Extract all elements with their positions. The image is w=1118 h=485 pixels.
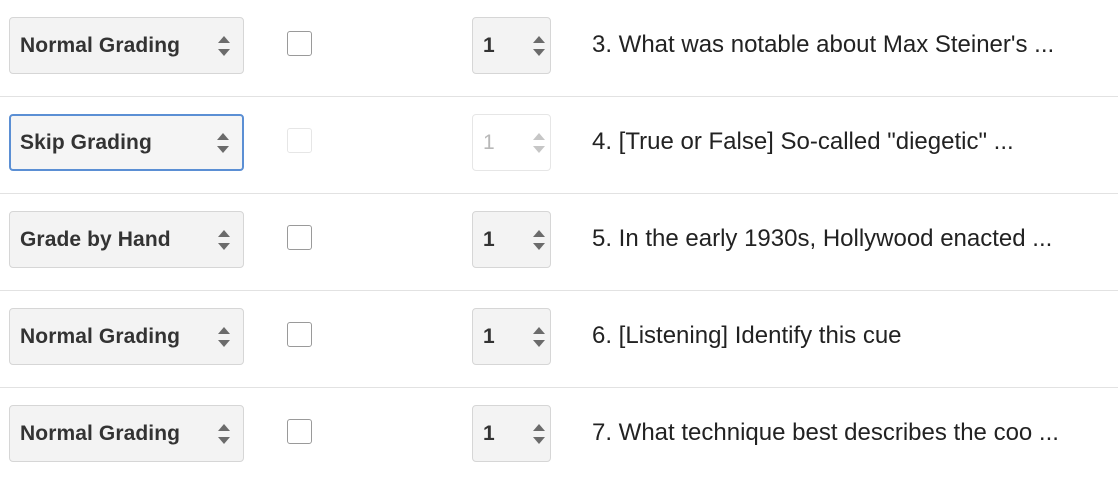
question-title: 4. [True or False] So-called "diegetic" … xyxy=(592,128,1014,155)
points-select[interactable]: 1 xyxy=(472,17,551,74)
up-down-arrows-icon xyxy=(532,422,546,446)
grading-mode-value: Skip Grading xyxy=(20,130,152,154)
question-row: Grade by Hand 1 5. In the early 1930s, H… xyxy=(0,194,1118,291)
question-checkbox[interactable] xyxy=(287,322,312,347)
grading-mode-select[interactable]: Normal Grading xyxy=(9,405,244,462)
question-row: Normal Grading 1 7. What technique best … xyxy=(0,388,1118,485)
up-down-arrows-icon xyxy=(532,325,546,349)
question-row: Normal Grading 1 6. [Listening] Identify… xyxy=(0,291,1118,388)
question-checkbox xyxy=(287,128,312,153)
question-checkbox[interactable] xyxy=(287,31,312,56)
up-down-arrows-icon xyxy=(532,34,546,58)
question-title: 7. What technique best describes the coo… xyxy=(592,419,1059,446)
up-down-arrows-icon xyxy=(532,228,546,252)
grading-mode-select[interactable]: Normal Grading xyxy=(9,308,244,365)
up-down-arrows-icon xyxy=(217,228,231,252)
grading-mode-value: Grade by Hand xyxy=(20,227,171,251)
question-row: Skip Grading 1 4. [True or False] So-cal… xyxy=(0,97,1118,194)
up-down-arrows-icon xyxy=(217,325,231,349)
question-grading-list: Normal Grading 1 3. What was notable abo… xyxy=(0,0,1118,485)
up-down-arrows-icon xyxy=(216,131,230,155)
points-value: 1 xyxy=(483,227,495,251)
question-checkbox[interactable] xyxy=(287,419,312,444)
grading-mode-value: Normal Grading xyxy=(20,324,181,348)
grading-mode-select[interactable]: Skip Grading xyxy=(9,114,244,171)
points-select[interactable]: 1 xyxy=(472,211,551,268)
grading-mode-select[interactable]: Grade by Hand xyxy=(9,211,244,268)
points-value: 1 xyxy=(483,33,495,57)
question-title: 5. In the early 1930s, Hollywood enacted… xyxy=(592,225,1053,252)
points-value: 1 xyxy=(483,421,495,445)
points-value: 1 xyxy=(483,324,495,348)
points-select[interactable]: 1 xyxy=(472,405,551,462)
up-down-arrows-icon xyxy=(217,422,231,446)
question-title: 3. What was notable about Max Steiner's … xyxy=(592,31,1055,58)
points-value: 1 xyxy=(483,130,495,154)
grading-mode-value: Normal Grading xyxy=(20,33,181,57)
question-title: 6. [Listening] Identify this cue xyxy=(592,322,902,349)
question-checkbox[interactable] xyxy=(287,225,312,250)
up-down-arrows-icon xyxy=(217,34,231,58)
question-row: Normal Grading 1 3. What was notable abo… xyxy=(0,0,1118,97)
grading-mode-select[interactable]: Normal Grading xyxy=(9,17,244,74)
points-select[interactable]: 1 xyxy=(472,308,551,365)
points-select: 1 xyxy=(472,114,551,171)
up-down-arrows-icon xyxy=(532,131,546,155)
grading-mode-value: Normal Grading xyxy=(20,421,181,445)
